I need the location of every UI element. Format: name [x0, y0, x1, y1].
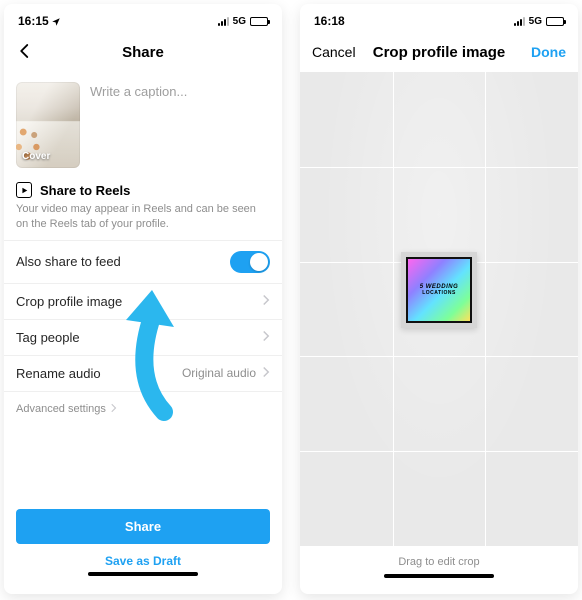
feed-toggle[interactable]	[230, 251, 270, 273]
row-rename-audio[interactable]: Rename audio Original audio	[4, 356, 282, 392]
row-label: Also share to feed	[16, 254, 121, 269]
home-indicator	[88, 572, 198, 576]
status-bar: 16:15 5G	[4, 4, 282, 32]
row-advanced-settings[interactable]: Advanced settings	[4, 392, 282, 427]
home-indicator	[384, 574, 494, 578]
row-label: Rename audio	[16, 366, 101, 381]
status-time: 16:15	[18, 14, 49, 28]
network-label: 5G	[529, 16, 542, 27]
done-button[interactable]: Done	[531, 32, 566, 72]
compose-area: Cover Write a caption...	[4, 72, 282, 182]
chevron-right-icon	[262, 294, 270, 309]
chevron-right-icon	[110, 402, 118, 417]
audio-value: Original audio	[182, 366, 256, 380]
row-label: Tag people	[16, 330, 80, 345]
chevron-right-icon	[262, 330, 270, 345]
page-title: Share	[122, 44, 164, 61]
reels-icon	[16, 182, 32, 198]
network-label: 5G	[233, 16, 246, 27]
navbar: Share	[4, 32, 282, 72]
cancel-button[interactable]: Cancel	[312, 32, 356, 72]
cover-thumbnail[interactable]: Cover	[16, 82, 80, 168]
status-bar: 16:18 5G	[300, 4, 578, 32]
row-tag-people[interactable]: Tag people	[4, 320, 282, 356]
row-label: Crop profile image	[16, 294, 122, 309]
crop-grid-line	[300, 451, 578, 452]
page-title: Crop profile image	[373, 44, 506, 61]
crop-image[interactable]: 5 WEDDING LOCATIONS	[401, 252, 477, 328]
caption-input[interactable]: Write a caption...	[90, 82, 270, 168]
crop-canvas[interactable]: 5 WEDDING LOCATIONS	[300, 72, 578, 546]
image-text-line2: LOCATIONS	[422, 290, 456, 296]
battery-icon	[546, 17, 564, 26]
save-draft-button[interactable]: Save as Draft	[16, 544, 270, 572]
battery-icon	[250, 17, 268, 26]
chevron-right-icon	[262, 366, 270, 381]
signal-icon	[514, 16, 525, 26]
crop-grid-line	[300, 356, 578, 357]
crop-grid-line	[485, 72, 486, 546]
status-time: 16:18	[314, 14, 345, 28]
share-screen: 16:15 5G Share Cover Write a caption...	[4, 4, 282, 594]
cover-label: Cover	[22, 151, 50, 162]
signal-icon	[218, 16, 229, 26]
crop-screen: 16:18 5G Cancel Crop profile image Done …	[300, 4, 578, 594]
navbar: Cancel Crop profile image Done	[300, 32, 578, 72]
back-button[interactable]	[16, 42, 34, 63]
caption-placeholder: Write a caption...	[90, 82, 270, 99]
share-to-reels-heading: Share to Reels	[4, 182, 282, 202]
row-crop-profile-image[interactable]: Crop profile image	[4, 284, 282, 320]
bottom-actions: Share Save as Draft	[4, 501, 282, 594]
row-also-share-to-feed[interactable]: Also share to feed	[4, 240, 282, 284]
crop-hint: Drag to edit crop	[300, 546, 578, 574]
crop-grid-line	[393, 72, 394, 546]
location-icon	[49, 16, 59, 26]
share-button[interactable]: Share	[16, 509, 270, 544]
crop-grid-line	[300, 167, 578, 168]
share-to-reels-desc: Your video may appear in Reels and can b…	[4, 202, 282, 240]
